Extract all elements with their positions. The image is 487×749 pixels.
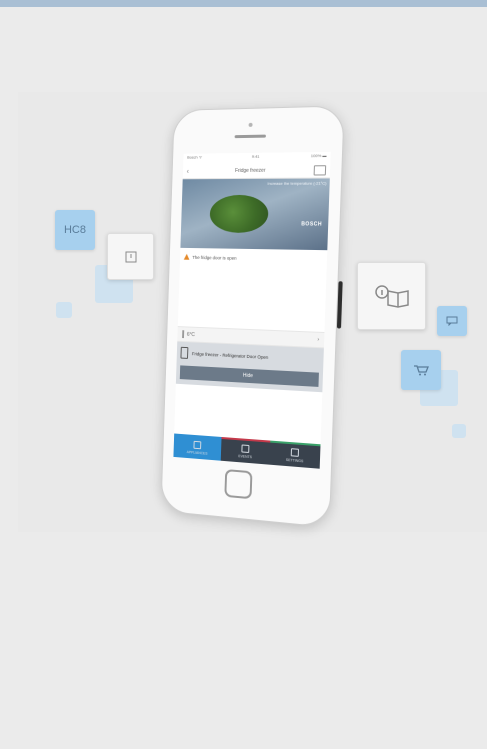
fridge-icon xyxy=(180,346,189,359)
tab-events[interactable]: EVENTS xyxy=(220,436,271,465)
box-icon xyxy=(108,234,153,279)
battery-text: 100% ▬ xyxy=(310,152,327,159)
cart-icon xyxy=(401,350,441,390)
brand-logo: BOSCH xyxy=(301,221,323,228)
home-button[interactable] xyxy=(224,469,253,500)
camera-dot xyxy=(248,122,253,127)
back-button[interactable]: ‹ xyxy=(187,168,189,175)
vegetables-image xyxy=(209,194,269,234)
temperature-value: 6°C xyxy=(186,331,195,338)
info-book-icon xyxy=(358,263,425,329)
fridge-banner: Increase the temperature (-21°C) BOSCH xyxy=(180,178,330,251)
chat-icon xyxy=(437,306,467,336)
carrier-text: Bosch ᯤ xyxy=(187,154,203,160)
tab-label: SETTINGS xyxy=(285,457,304,464)
banner-caption: Increase the temperature (-21°C) xyxy=(267,180,327,186)
thermometer-icon xyxy=(182,330,185,339)
nav-bar: ‹ Fridge freezer xyxy=(182,163,331,180)
decor-tile-small xyxy=(56,302,72,318)
tab-settings[interactable]: SETTINGS xyxy=(269,440,321,469)
appliance-menu-icon[interactable] xyxy=(313,165,327,176)
settings-icon xyxy=(290,448,300,457)
chevron-right-icon: › xyxy=(317,336,320,344)
phone-mockup: Bosch ᯤ 9:41 100% ▬ ‹ Fridge freezer Inc… xyxy=(160,105,345,528)
clock-text: 9:41 xyxy=(251,153,260,159)
page-title: Fridge freezer xyxy=(234,167,266,175)
tab-bar: APPLIANCES EVENTS SETTINGS xyxy=(173,433,321,469)
alert-text: The fridge door is open xyxy=(192,254,237,261)
warning-icon xyxy=(183,253,190,260)
decor-tile-3 xyxy=(452,424,466,438)
events-icon xyxy=(241,444,250,454)
appliances-icon xyxy=(193,440,202,450)
top-accent-bar xyxy=(0,0,487,7)
cart-tile xyxy=(401,350,441,390)
info-book-tile xyxy=(357,262,426,330)
hide-button[interactable]: Hide xyxy=(179,365,319,387)
hc-tile-text: HC8 xyxy=(63,224,86,236)
tab-label: APPLIANCES xyxy=(186,450,208,456)
tab-appliances[interactable]: APPLIANCES xyxy=(173,433,222,461)
tab-label: EVENTS xyxy=(238,454,253,460)
chat-tile xyxy=(437,306,467,336)
app-screen: Bosch ᯤ 9:41 100% ▬ ‹ Fridge freezer Inc… xyxy=(173,151,331,469)
notification-text: Fridge freezer - Refrigerator Door Open xyxy=(191,350,269,360)
speaker-slot xyxy=(234,134,266,139)
box-tile xyxy=(107,233,154,280)
hc-tile: HC8 xyxy=(55,210,95,250)
notification-card: Fridge freezer - Refrigerator Door Open … xyxy=(175,341,324,393)
